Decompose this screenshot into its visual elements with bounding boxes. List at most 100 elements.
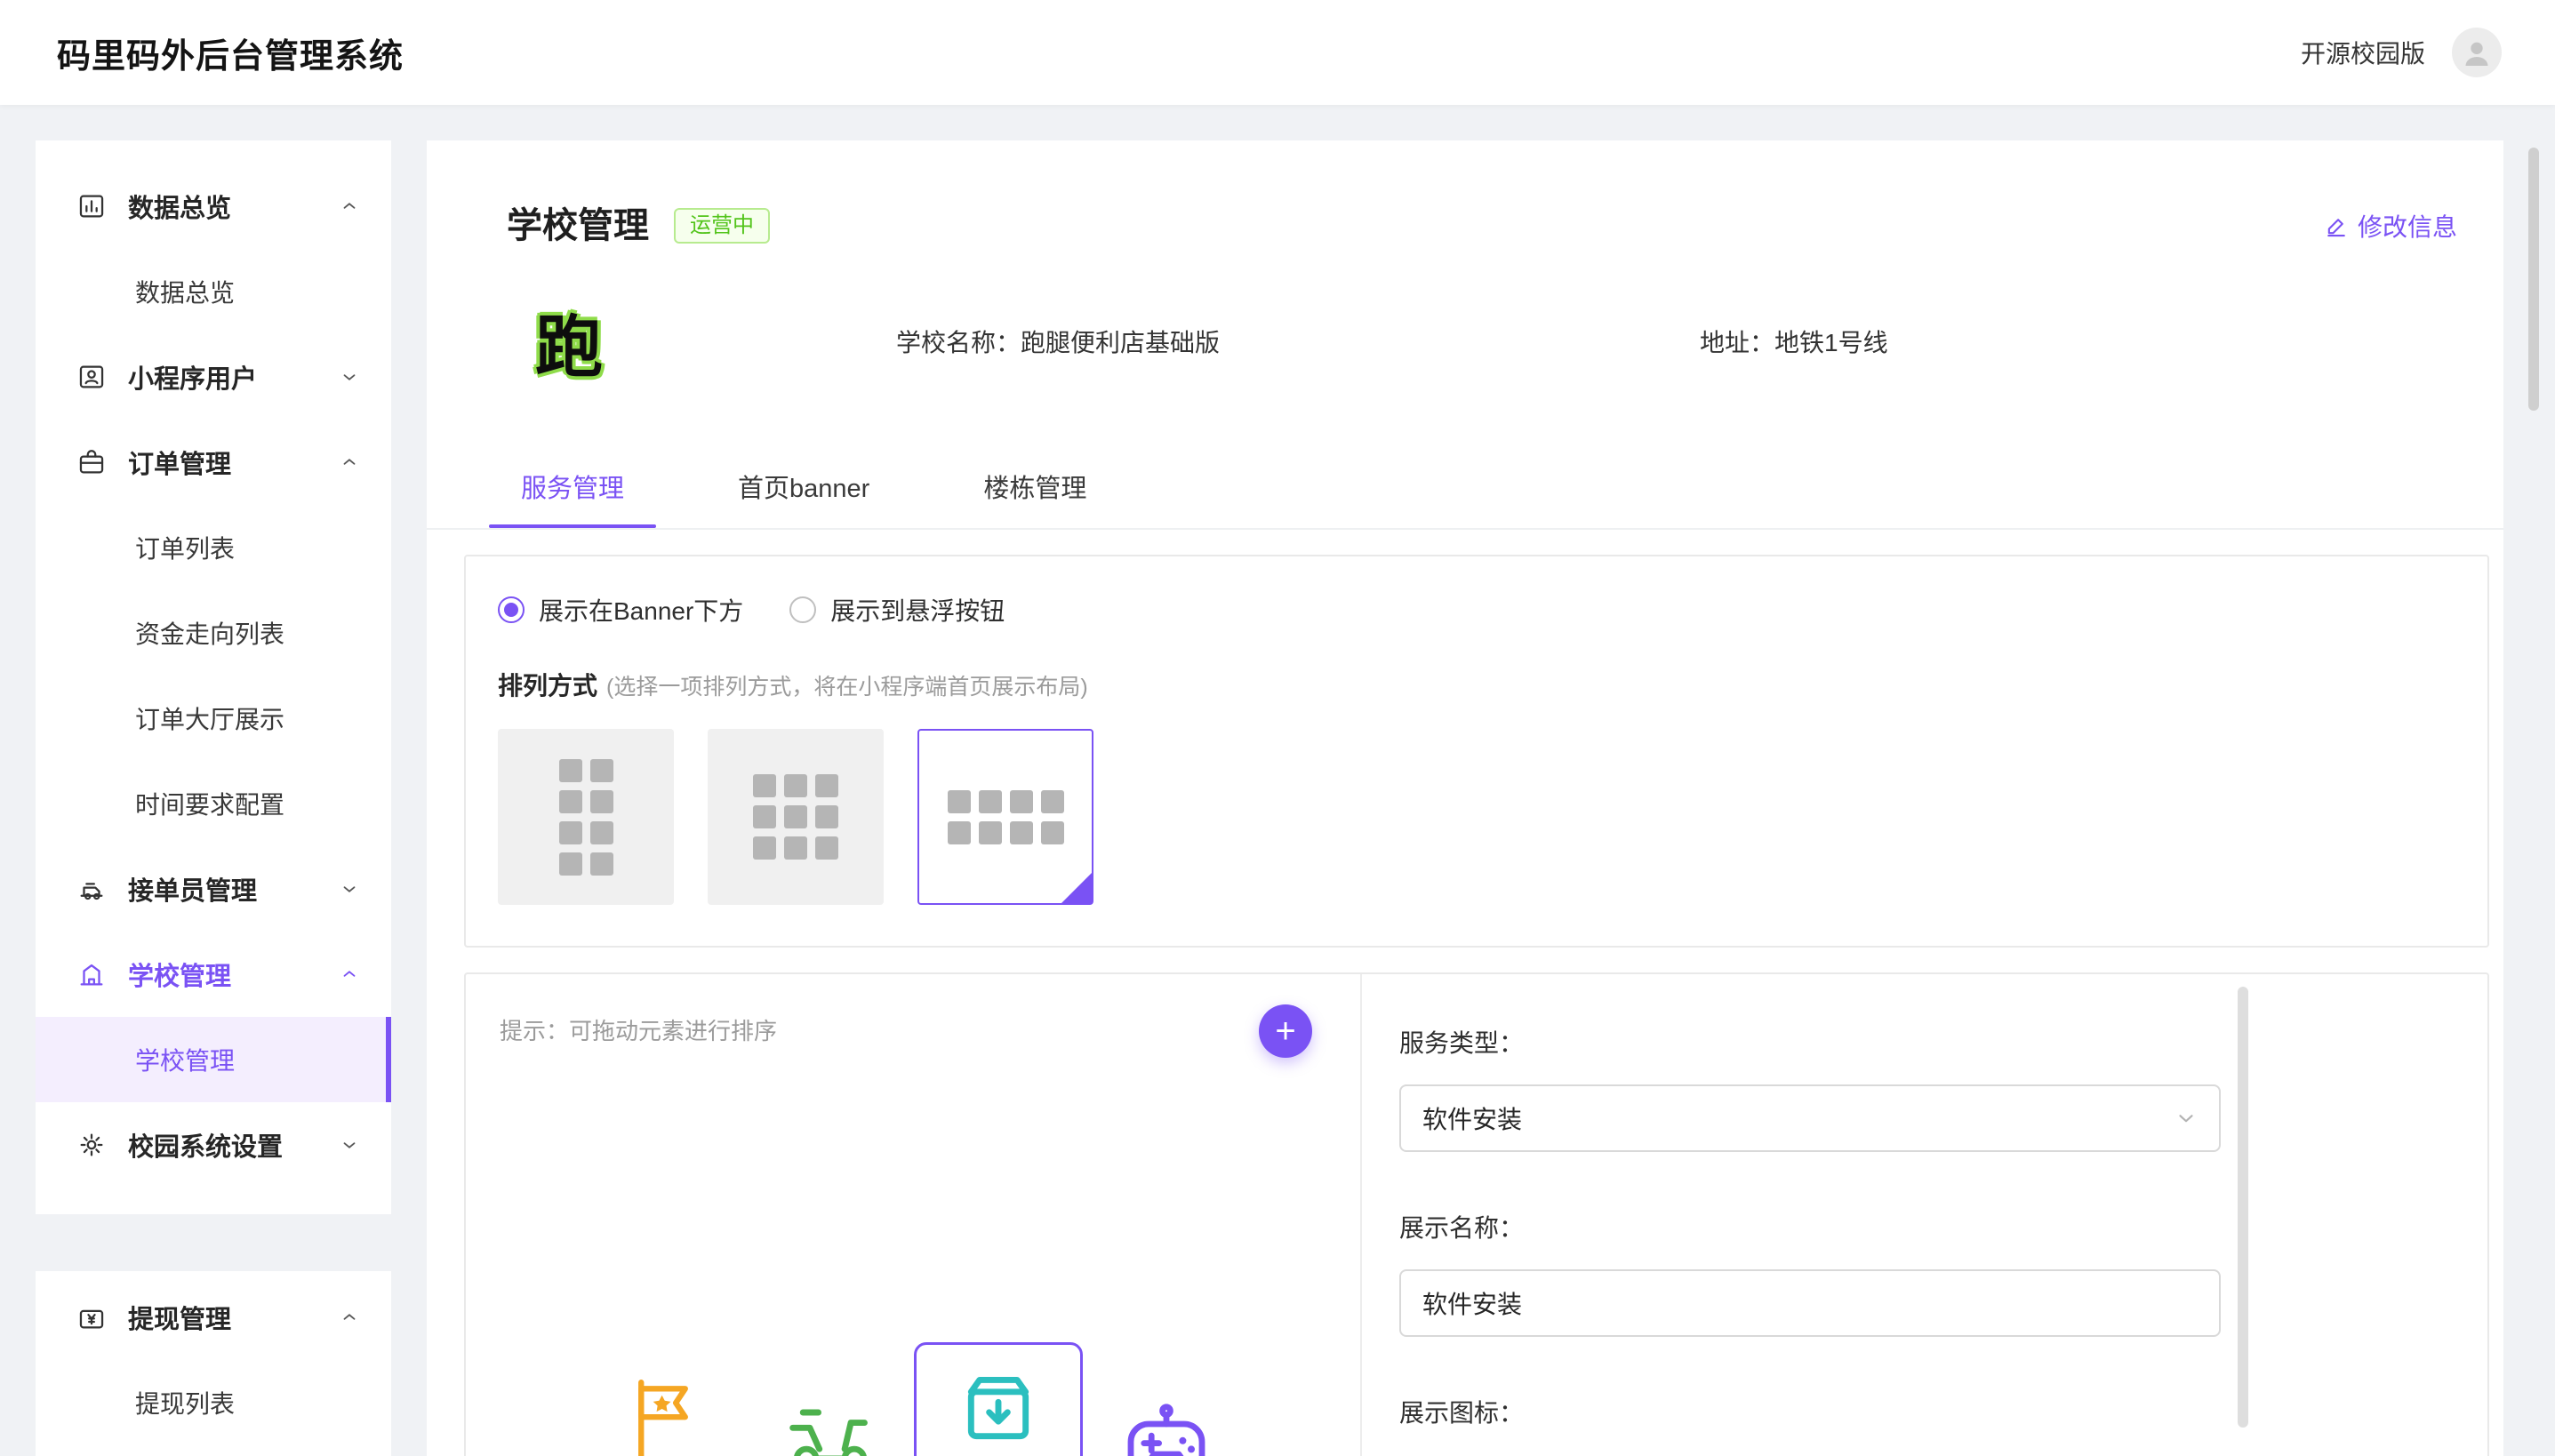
app-title: 码里码外后台管理系统 <box>57 28 404 77</box>
chevron-up-icon <box>340 196 359 216</box>
display-icon-field: 展示图标： <box>1399 1394 2487 1429</box>
sidebar-subitem-label: 资金走向列表 <box>135 615 284 651</box>
tab-bar: 服务管理 首页banner 楼栋管理 <box>489 468 2489 528</box>
sidebar-item-label: 数据总览 <box>128 188 340 225</box>
edit-info-label: 修改信息 <box>2358 208 2457 244</box>
sidebar-subitem-label: 时间要求配置 <box>135 786 284 821</box>
radio-unselected-icon[interactable] <box>789 596 816 623</box>
service-type-field: 服务类型： 软件安装 <box>1399 1024 2487 1152</box>
sidebar-item-school-management[interactable]: 学校管理 <box>36 932 391 1017</box>
arrange-mode-row: 排列方式 (选择一项排列方式，将在小程序端首页展示布局) <box>498 667 2487 702</box>
layout-option-3x3[interactable] <box>708 729 884 905</box>
service-sort-panel: 提示：可拖动元素进行排序 + <box>466 974 1362 1456</box>
chevron-down-icon <box>340 1135 359 1155</box>
chevron-up-icon <box>340 1308 359 1327</box>
drag-sort-hint: 提示：可拖动元素进行排序 <box>500 1013 777 1046</box>
pencil-icon <box>2324 213 2349 238</box>
chevron-down-icon <box>340 879 359 899</box>
sidebar-item-withdraw-management[interactable]: 提现管理 <box>36 1275 391 1360</box>
service-edit-form: 服务类型： 软件安装 展示名称： 展示图标： <box>1362 974 2487 1456</box>
display-name-label: 展示名称： <box>1399 1209 2487 1244</box>
layout-option-4x2-selected[interactable] <box>917 729 1093 905</box>
sidebar-item-order-management[interactable]: 订单管理 <box>36 420 391 505</box>
sidebar-item-fund-flow-list[interactable]: 资金走向列表 <box>36 590 391 676</box>
sidebar-item-courier-management[interactable]: 接单员管理 <box>36 846 391 932</box>
main-panel: 学校管理 运营中 修改信息 跑 学校名称：跑腿便利店基础版 地址：地铁1号线 服… <box>427 140 2503 1456</box>
sidebar-item-time-requirement-config[interactable]: 时间要求配置 <box>36 761 391 846</box>
arrange-mode-hint: (选择一项排列方式，将在小程序端首页展示布局) <box>606 669 1088 701</box>
edition-label: 开源校园版 <box>2301 35 2425 70</box>
add-service-button[interactable]: + <box>1259 1004 1312 1058</box>
form-scrollbar-thumb[interactable] <box>2238 987 2248 1428</box>
person-icon <box>2459 35 2495 70</box>
delivery-scooter-icon[interactable] <box>782 1390 878 1456</box>
sidebar-item-withdraw-list[interactable]: 提现列表 <box>36 1360 391 1445</box>
selected-service-card[interactable] <box>914 1342 1083 1456</box>
radio-label[interactable]: 展示到悬浮按钮 <box>830 592 1005 628</box>
sidebar-item-school-management-sub[interactable]: 学校管理 <box>36 1017 391 1102</box>
main-scrollbar-thumb[interactable] <box>2528 148 2539 411</box>
chevron-down-icon <box>2175 1107 2198 1130</box>
header-right: 开源校园版 <box>2301 28 2502 77</box>
service-type-value: 软件安装 <box>1422 1100 1522 1136</box>
sidebar-item-miniprogram-users[interactable]: 小程序用户 <box>36 334 391 420</box>
tab-divider <box>427 528 2503 530</box>
school-name-text: 学校名称：跑腿便利店基础版 <box>896 324 1220 359</box>
service-icon-list <box>622 1342 1213 1456</box>
arrange-mode-label: 排列方式 <box>498 667 597 702</box>
sidebar-item-label: 校园系统设置 <box>128 1126 340 1164</box>
grid-2x4-icon <box>559 759 613 876</box>
school-logo: 跑 <box>526 299 612 384</box>
sidebar-item-campus-system-settings[interactable]: 校园系统设置 <box>36 1102 391 1188</box>
withdraw-money-icon <box>76 1302 107 1332</box>
page-title: 学校管理 <box>507 203 649 249</box>
radio-group-floating-button[interactable]: 展示到悬浮按钮 <box>789 592 1005 628</box>
sidebar-item-label: 提现管理 <box>128 1299 340 1336</box>
user-avatar[interactable] <box>2452 28 2502 77</box>
chevron-up-icon <box>340 964 359 984</box>
sidebar-main-group: 数据总览 数据总览 小程序用户 订单管理 订单列表 <box>36 140 391 1214</box>
tab-home-banner[interactable]: 首页banner <box>706 468 901 528</box>
sidebar-item-order-list[interactable]: 订单列表 <box>36 505 391 590</box>
radio-selected-icon[interactable] <box>498 596 525 623</box>
tab-service-management[interactable]: 服务管理 <box>489 468 656 528</box>
data-overview-icon <box>76 191 107 221</box>
display-name-input[interactable] <box>1399 1269 2221 1337</box>
grid-4x2-icon <box>948 790 1064 844</box>
sidebar: 数据总览 数据总览 小程序用户 订单管理 订单列表 <box>36 140 391 1456</box>
page-header: 学校管理 运营中 修改信息 <box>507 140 2489 249</box>
tab-building-management[interactable]: 楼栋管理 <box>951 468 1118 528</box>
chevron-up-icon <box>340 452 359 472</box>
display-name-field: 展示名称： <box>1399 1209 2487 1337</box>
sidebar-withdraw-group: 提现管理 提现列表 <box>36 1271 391 1456</box>
gear-icon <box>76 1130 107 1160</box>
briefcase-icon <box>76 447 107 477</box>
sidebar-subitem-label: 数据总览 <box>135 274 235 309</box>
box-download-icon <box>957 1368 1039 1450</box>
sidebar-subitem-label: 订单列表 <box>135 530 235 565</box>
flag-star-icon[interactable] <box>622 1372 704 1456</box>
radio-label[interactable]: 展示在Banner下方 <box>539 592 743 628</box>
sidebar-subitem-label: 订单大厅展示 <box>135 700 284 736</box>
delivery-truck-icon <box>76 874 107 904</box>
status-badge: 运营中 <box>674 208 770 244</box>
miniprogram-users-icon <box>76 362 107 392</box>
school-address-text: 地址：地铁1号线 <box>1700 324 1888 359</box>
edit-info-link[interactable]: 修改信息 <box>2324 208 2457 244</box>
top-header: 码里码外后台管理系统 开源校园版 <box>0 0 2555 105</box>
sidebar-item-data-overview[interactable]: 数据总览 <box>36 164 391 249</box>
service-sort-section: 提示：可拖动元素进行排序 + <box>464 972 2489 1456</box>
sidebar-item-label: 订单管理 <box>128 444 340 481</box>
layout-options <box>498 729 2487 905</box>
content-area: 数据总览 数据总览 小程序用户 订单管理 订单列表 <box>0 105 2555 1456</box>
service-type-select[interactable]: 软件安装 <box>1399 1084 2221 1152</box>
display-position-radios: 展示在Banner下方 展示到悬浮按钮 <box>498 592 2487 628</box>
sidebar-item-data-overview-sub[interactable]: 数据总览 <box>36 249 391 334</box>
gamepad-icon[interactable] <box>1120 1394 1213 1456</box>
layout-option-2x4[interactable] <box>498 729 674 905</box>
sidebar-item-order-hall-display[interactable]: 订单大厅展示 <box>36 676 391 761</box>
radio-group-banner-below[interactable]: 展示在Banner下方 <box>498 592 743 628</box>
service-type-label: 服务类型： <box>1399 1024 2487 1060</box>
sidebar-item-label: 小程序用户 <box>128 358 340 396</box>
sidebar-subitem-label: 提现列表 <box>135 1385 235 1420</box>
